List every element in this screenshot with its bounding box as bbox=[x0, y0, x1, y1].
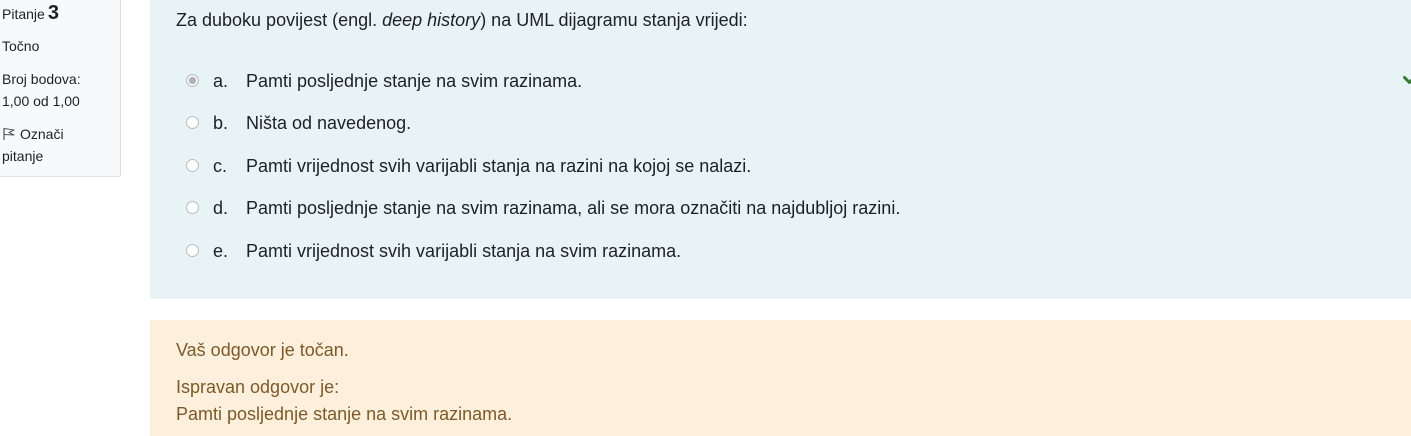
answer-option-e[interactable]: e. Pamti vrijednost svih varijabli stanj… bbox=[186, 236, 1386, 266]
question-number: Pitanje 3 bbox=[2, 2, 59, 25]
grade-value: 1,00 od 1,00 bbox=[2, 93, 80, 109]
answer-option-a[interactable]: a. Pamti posljednje stanje na svim razin… bbox=[186, 66, 1386, 96]
question-state: Točno bbox=[2, 38, 40, 54]
answer-text: Pamti vrijednost svih varijabli stanja n… bbox=[246, 241, 682, 261]
answer-text: Ništa od navedenog. bbox=[246, 113, 412, 133]
question-number-label: Pitanje bbox=[2, 6, 45, 22]
question-text-after: ) na UML dijagramu stanja vrijedi: bbox=[480, 10, 748, 30]
answer-option-c[interactable]: c. Pamti vrijednost svih varijabli stanj… bbox=[186, 151, 1386, 181]
flag-icon bbox=[3, 128, 15, 140]
right-answer-text: Pamti posljednje stanje na svim razinama… bbox=[176, 404, 513, 424]
answer-letter: d. bbox=[213, 198, 229, 218]
question-info-panel: Pitanje 3 Točno Broj bodova: 1,00 od 1,00… bbox=[0, 0, 121, 177]
question-grade: Broj bodova: 1,00 od 1,00 bbox=[2, 68, 112, 112]
answer-letter: b. bbox=[213, 113, 229, 133]
answer-letter: c. bbox=[213, 156, 228, 176]
right-answer-label: Ispravan odgovor je: bbox=[176, 377, 340, 397]
answer-radio-b[interactable] bbox=[186, 116, 199, 129]
feedback-text: Vaš odgovor je točan. bbox=[176, 340, 349, 360]
checkmark-icon bbox=[1403, 76, 1411, 84]
answer-option-b[interactable]: b. Ništa od navedenog. bbox=[186, 108, 1386, 138]
question-formulation: Za duboku povijest (engl. deep history) … bbox=[150, 0, 1411, 299]
grade-label: Broj bodova: bbox=[2, 71, 81, 87]
flag-question-link[interactable]: Označi pitanje bbox=[2, 123, 112, 167]
question-text-before: Za duboku povijest (engl. bbox=[176, 10, 383, 30]
flag-label-line2: pitanje bbox=[2, 148, 44, 164]
question-text: Za duboku povijest (engl. deep history) … bbox=[176, 8, 748, 32]
answer-radio-a[interactable] bbox=[186, 74, 199, 87]
flag-label-line1: Označi bbox=[20, 126, 64, 142]
answer-option-d[interactable]: d. Pamti posljednje stanje na svim razin… bbox=[186, 193, 1386, 223]
question-text-italic: deep history bbox=[382, 10, 481, 30]
answer-radio-d[interactable] bbox=[186, 201, 199, 214]
question-outcome: Vaš odgovor je točan. Ispravan odgovor j… bbox=[150, 320, 1411, 436]
answer-letter: e. bbox=[213, 241, 229, 261]
answer-radio-e[interactable] bbox=[186, 244, 199, 257]
answer-radio-c[interactable] bbox=[186, 159, 199, 172]
question-number-value: 3 bbox=[47, 2, 59, 24]
answer-text: Pamti posljednje stanje na svim razinama… bbox=[246, 71, 583, 91]
answer-text: Pamti posljednje stanje na svim razinama… bbox=[246, 198, 901, 218]
answer-letter: a. bbox=[213, 71, 229, 91]
answer-text: Pamti vrijednost svih varijabli stanja n… bbox=[246, 156, 752, 176]
